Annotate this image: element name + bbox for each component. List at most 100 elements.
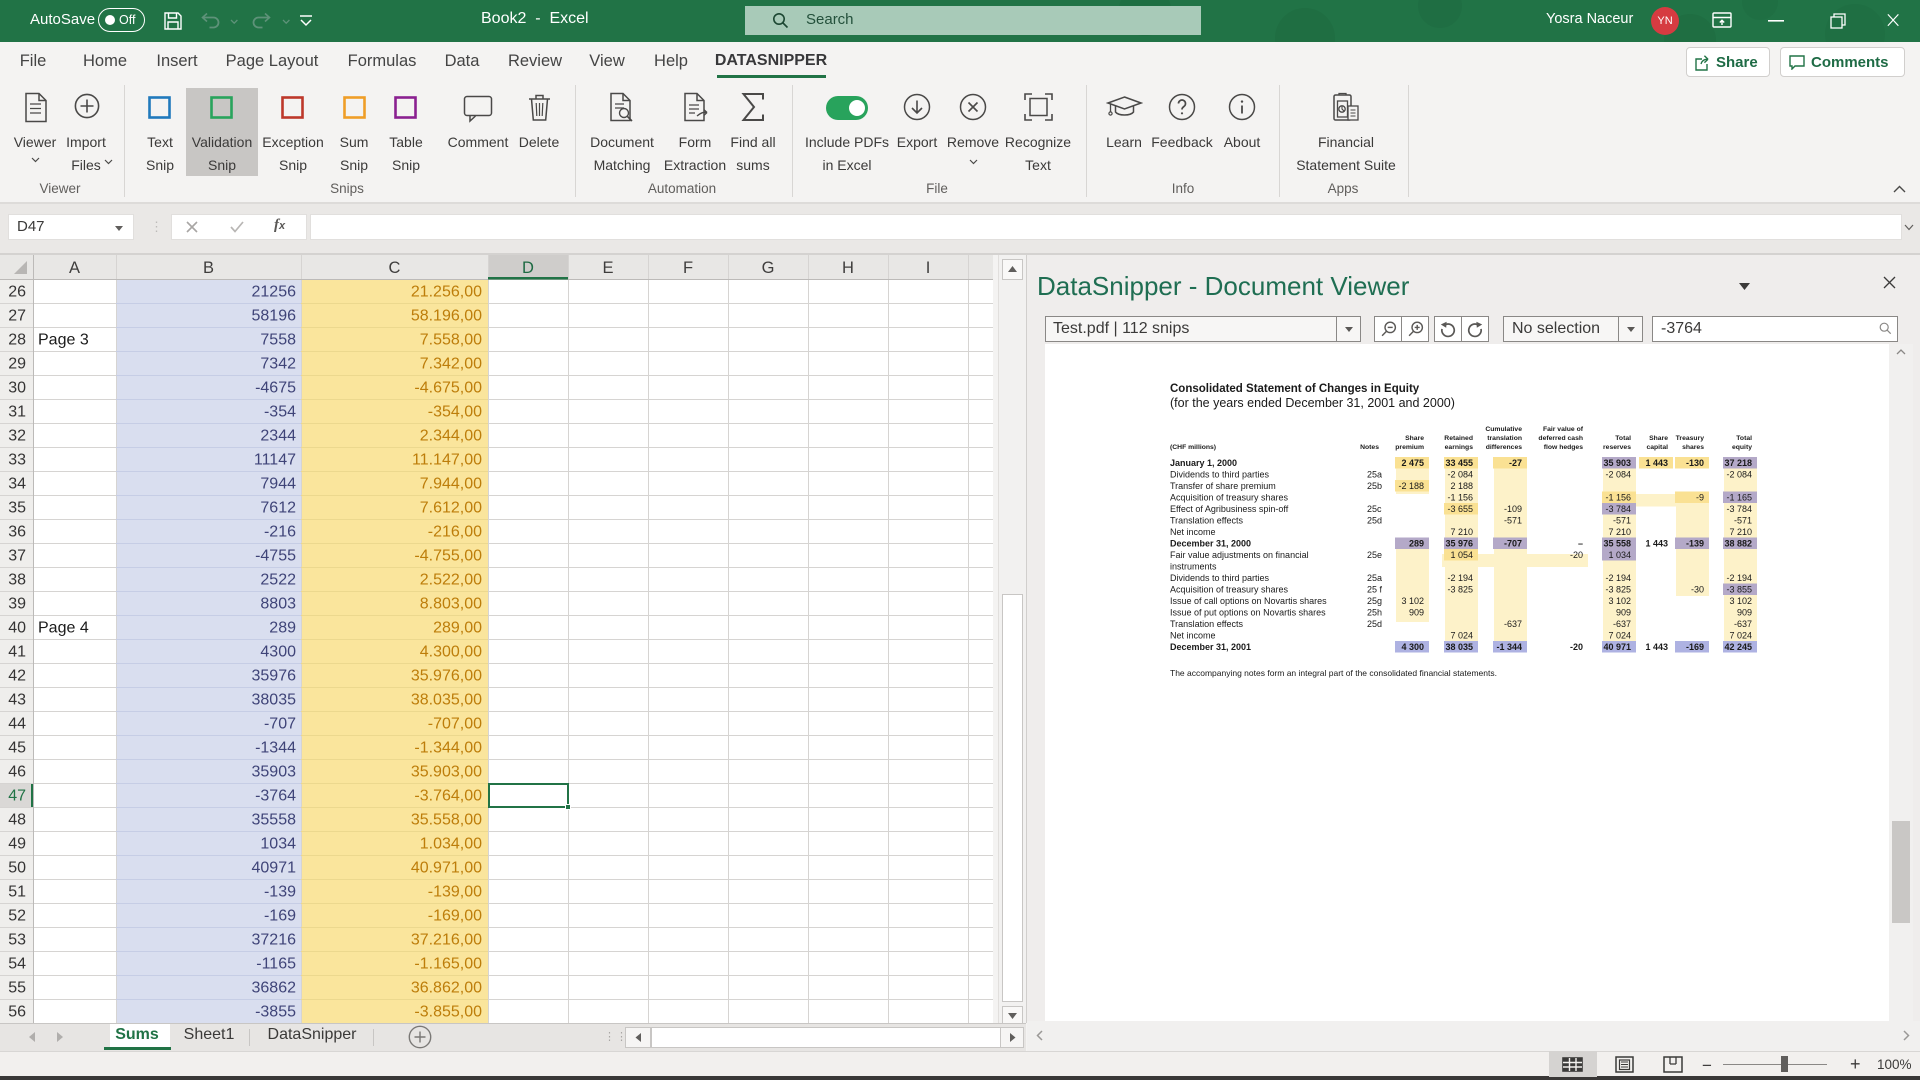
svg-text:-571: -571 [1734,516,1752,526]
svg-text:-139,00: -139,00 [428,884,482,901]
svg-text:45: 45 [8,740,26,757]
svg-text:-3 784: -3 784 [1726,504,1752,514]
svg-text:25b: 25b [1367,481,1382,491]
svg-text:-3855: -3855 [255,1004,296,1021]
svg-text:E: E [602,259,613,277]
svg-text:39: 39 [8,596,26,613]
svg-text:H: H [842,259,854,277]
svg-text:7944: 7944 [260,476,296,493]
svg-text:-20: -20 [1570,642,1583,652]
svg-text:differences: differences [1486,444,1522,451]
svg-text:-1 165: -1 165 [1726,493,1752,503]
svg-text:C: C [389,259,401,277]
svg-text:-169,00: -169,00 [428,908,482,925]
svg-text:34: 34 [8,476,26,493]
svg-text:-637: -637 [1734,619,1752,629]
svg-text:35558: 35558 [252,812,297,829]
svg-text:-2 188: -2 188 [1398,481,1424,491]
svg-text:4300: 4300 [260,644,296,661]
svg-text:Net income: Net income [1170,527,1216,537]
svg-text:2522: 2522 [260,572,296,589]
svg-text:41: 41 [8,644,26,661]
svg-text:G: G [762,259,775,277]
svg-text:-2 084: -2 084 [1605,470,1631,480]
svg-text:50: 50 [8,860,26,877]
svg-text:289: 289 [269,620,296,637]
svg-text:42 245: 42 245 [1724,642,1752,652]
svg-text:29: 29 [8,356,26,373]
svg-text:1 034: 1 034 [1608,550,1631,560]
svg-text:-3 855: -3 855 [1726,585,1752,595]
svg-text:35 903: 35 903 [1603,458,1631,468]
svg-text:35976: 35976 [252,668,297,685]
svg-text:-354,00: -354,00 [428,404,482,421]
svg-text:28: 28 [8,332,26,349]
svg-text:35 976: 35 976 [1445,539,1473,549]
svg-text:-3 655: -3 655 [1447,504,1473,514]
svg-text:47: 47 [8,788,26,805]
svg-text:38: 38 [8,572,26,589]
svg-text:Total: Total [1615,435,1631,442]
svg-text:21.256,00: 21.256,00 [411,284,482,301]
svg-text:The accompanying notes form an: The accompanying notes form an integral … [1170,668,1497,678]
svg-text:55: 55 [8,980,26,997]
svg-text:(for the years ended December: (for the years ended December 31, 2001 a… [1170,396,1455,410]
svg-text:Retained: Retained [1444,435,1473,442]
svg-text:-2 194: -2 194 [1447,573,1473,583]
svg-text:36862: 36862 [252,980,297,997]
svg-text:909: 909 [1737,608,1752,618]
svg-text:36: 36 [8,524,26,541]
svg-text:-27: -27 [1509,458,1522,468]
svg-text:56: 56 [8,1004,26,1021]
svg-text:46: 46 [8,764,26,781]
svg-text:7.558,00: 7.558,00 [420,332,482,349]
svg-text:53: 53 [8,932,26,949]
svg-text:Issue of put options on Novart: Issue of put options on Novartis shares [1170,608,1326,618]
svg-text:54: 54 [8,956,26,973]
svg-text:2 475: 2 475 [1401,458,1424,468]
svg-text:35.558,00: 35.558,00 [411,812,482,829]
svg-text:38035: 38035 [252,692,297,709]
svg-text:translation: translation [1487,435,1522,442]
svg-text:-1.344,00: -1.344,00 [414,740,482,757]
svg-text:2.344,00: 2.344,00 [420,428,482,445]
svg-text:-1 156: -1 156 [1605,493,1631,503]
svg-text:40: 40 [8,620,26,637]
svg-text:8.803,00: 8.803,00 [420,596,482,613]
svg-text:-354: -354 [264,404,296,421]
svg-text:38.035,00: 38.035,00 [411,692,482,709]
svg-text:–: – [1578,539,1583,549]
svg-text:7 024: 7 024 [1450,631,1473,641]
svg-text:Notes: Notes [1360,444,1379,451]
svg-text:1.034,00: 1.034,00 [420,836,482,853]
svg-text:Fair value of: Fair value of [1543,426,1584,433]
svg-text:44: 44 [8,716,26,733]
svg-text:-3.855,00: -3.855,00 [414,1004,482,1021]
svg-text:Translation effects: Translation effects [1170,619,1244,629]
svg-text:909: 909 [1616,608,1631,618]
svg-text:33: 33 [8,452,26,469]
svg-text:F: F [683,259,693,277]
svg-text:25d: 25d [1367,516,1382,526]
svg-text:premium: premium [1395,444,1424,451]
svg-text:earnings: earnings [1445,444,1474,451]
svg-text:-3 784: -3 784 [1605,504,1631,514]
svg-text:7 024: 7 024 [1729,631,1752,641]
svg-text:48: 48 [8,812,26,829]
svg-text:Share: Share [1405,435,1424,442]
svg-text:Cumulative: Cumulative [1485,426,1522,433]
svg-text:-3764: -3764 [255,788,296,805]
svg-text:-20: -20 [1570,550,1583,560]
svg-text:38 035: 38 035 [1445,642,1473,652]
svg-text:B: B [203,259,214,277]
svg-text:49: 49 [8,836,26,853]
svg-text:Fair value adjustments on fina: Fair value adjustments on financial [1170,550,1309,560]
svg-text:7612: 7612 [260,500,296,517]
svg-text:35: 35 [8,500,26,517]
svg-text:52: 52 [8,908,26,925]
svg-text:-9: -9 [1696,493,1704,503]
svg-text:Issue of call options on Novar: Issue of call options on Novartis shares [1170,596,1327,606]
svg-text:58196: 58196 [252,308,297,325]
svg-text:8803: 8803 [260,596,296,613]
svg-text:shares: shares [1682,444,1704,451]
